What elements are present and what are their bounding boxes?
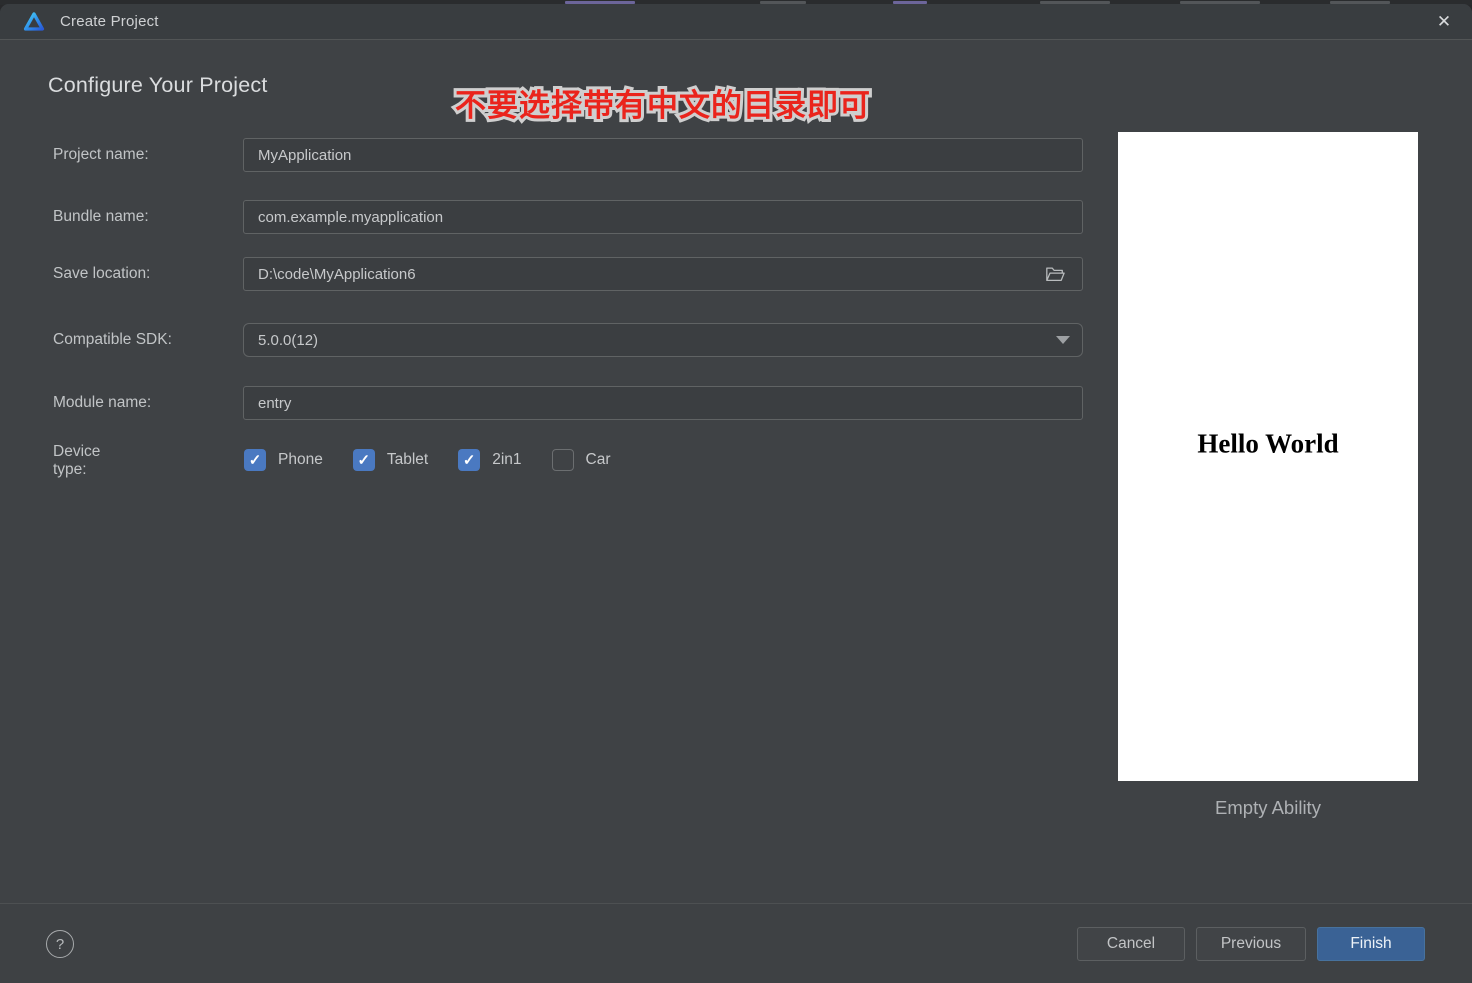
phone-checkbox[interactable]: ✓ <box>244 449 266 471</box>
dialog-titlebar[interactable]: Create Project ✕ <box>0 4 1472 40</box>
device-type-label: Device type: <box>53 443 101 478</box>
check-icon: ✓ <box>248 451 262 469</box>
page-title: Configure Your Project <box>48 73 268 97</box>
folder-open-icon <box>1046 267 1065 281</box>
compatible-sdk-label: Compatible SDK: <box>53 331 172 348</box>
bundle-name-label: Bundle name: <box>53 208 149 225</box>
deveco-studio-logo-icon <box>23 11 45 31</box>
previous-button[interactable]: Previous <box>1196 927 1306 961</box>
form-row-compatible-sdk: Compatible SDK: 5.0.0(12) <box>0 323 1083 357</box>
compatible-sdk-value: 5.0.0(12) <box>258 331 319 349</box>
car-label: Car <box>585 451 611 468</box>
device-type-options: ✓ Phone ✓ Tablet ✓ 2in1 Car <box>244 449 611 471</box>
2in1-checkbox[interactable]: ✓ <box>458 449 481 471</box>
phone-label: Phone <box>278 451 323 468</box>
cancel-button[interactable]: Cancel <box>1077 927 1185 961</box>
create-project-dialog: Create Project ✕ Configure Your Project … <box>0 4 1472 983</box>
device-option-2in1[interactable]: ✓ 2in1 <box>458 449 522 471</box>
device-option-tablet[interactable]: ✓ Tablet <box>352 449 429 471</box>
footer-buttons: Cancel Previous Finish <box>1077 927 1425 961</box>
browse-folder-button[interactable] <box>1043 262 1067 286</box>
dropdown-arrow-icon <box>1056 336 1070 344</box>
tablet-label: Tablet <box>386 451 429 468</box>
car-checkbox[interactable]: ✓ <box>551 449 574 471</box>
dialog-content: Configure Your Project 不要选择带有中文的目录即可 不要选… <box>0 40 1472 903</box>
preview-hello-world-text: Hello World <box>1197 428 1339 459</box>
finish-button[interactable]: Finish <box>1317 927 1425 961</box>
help-icon[interactable]: ? <box>46 930 74 958</box>
compatible-sdk-select[interactable]: 5.0.0(12) <box>243 323 1083 357</box>
annotation-fill: 不要选择带有中文的目录即可 <box>455 88 871 123</box>
help-glyph: ? <box>55 935 65 953</box>
form-row-module-name: Module name: <box>0 386 1083 420</box>
module-name-label: Module name: <box>53 394 152 411</box>
form-row-save-location: Save location: <box>0 257 1083 291</box>
form-row-bundle-name: Bundle name: <box>0 200 1083 234</box>
annotation-text: 不要选择带有中文的目录即可 不要选择带有中文的目录即可 <box>452 80 873 126</box>
check-icon: ✓ <box>357 451 371 469</box>
close-icon[interactable]: ✕ <box>1428 8 1460 36</box>
close-glyph: ✕ <box>1436 12 1452 31</box>
save-location-label: Save location: <box>53 265 151 282</box>
bundle-name-input[interactable] <box>243 200 1083 234</box>
dialog-title: Create Project <box>60 13 159 30</box>
project-name-input[interactable] <box>243 138 1083 172</box>
form-row-project-name: Project name: <box>0 138 1083 172</box>
save-location-input[interactable] <box>243 257 1083 291</box>
tablet-checkbox[interactable]: ✓ <box>352 449 375 471</box>
dialog-footer: ? Cancel Previous Finish <box>0 903 1472 983</box>
2in1-label: 2in1 <box>492 451 522 468</box>
ability-preview-screen: Hello World <box>1118 132 1418 781</box>
device-option-car[interactable]: ✓ Car <box>551 449 611 471</box>
check-icon: ✓ <box>462 451 476 469</box>
module-name-input[interactable] <box>243 386 1083 420</box>
device-option-phone[interactable]: ✓ Phone <box>244 449 323 471</box>
project-name-label: Project name: <box>53 146 149 163</box>
preview-caption: Empty Ability <box>1215 797 1321 818</box>
